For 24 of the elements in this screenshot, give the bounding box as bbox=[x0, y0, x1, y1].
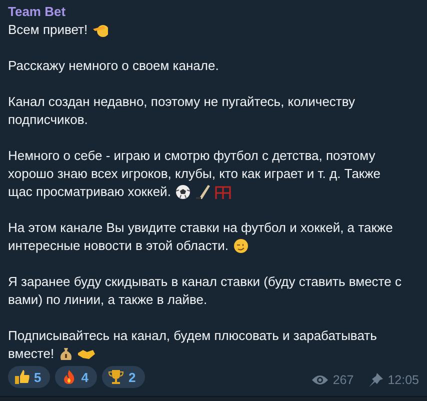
message-text: вместе! bbox=[8, 345, 54, 363]
eye-icon bbox=[312, 374, 328, 386]
message-text: Расскажу немного о своем канале. bbox=[8, 58, 219, 73]
pin-icon bbox=[368, 373, 383, 387]
reaction-button[interactable]: 4 bbox=[55, 366, 98, 388]
message-text: Канал создан недавно, поэтому не пугайтесь, количеству подписчиков. bbox=[8, 94, 355, 127]
hockey-goal-icon bbox=[214, 184, 231, 200]
trophy-icon bbox=[108, 369, 124, 385]
message-text: интересные новости в этой области. bbox=[8, 237, 229, 255]
message-text: щас просматриваю хоккей. bbox=[8, 183, 171, 201]
message-text: На этом канале Вы увидите ставки на футбол и хоккей, а также bbox=[8, 219, 394, 237]
view-count: 267 bbox=[332, 373, 354, 387]
soccer-ball-icon bbox=[174, 184, 191, 200]
thumbs-up-icon bbox=[14, 369, 30, 385]
money-bag-icon bbox=[58, 346, 74, 362]
winking-face-icon bbox=[232, 238, 249, 254]
message-time: 12:05 bbox=[388, 373, 419, 387]
message-text: Всем привет! bbox=[8, 21, 88, 39]
message-text: Подписывайтесь на канал, будем плюсовать и зарабатывать bbox=[8, 327, 378, 345]
channel-name[interactable]: Team Bet bbox=[8, 3, 66, 21]
reaction-button[interactable]: 2 bbox=[102, 366, 145, 388]
reaction-button[interactable]: 5 bbox=[8, 366, 50, 388]
message-text: Я заранее буду скидывать в канал ставки (буду ставить вместе с вами) по линии, а также в лайве. bbox=[8, 274, 402, 307]
hockey-stick-icon bbox=[194, 184, 211, 200]
